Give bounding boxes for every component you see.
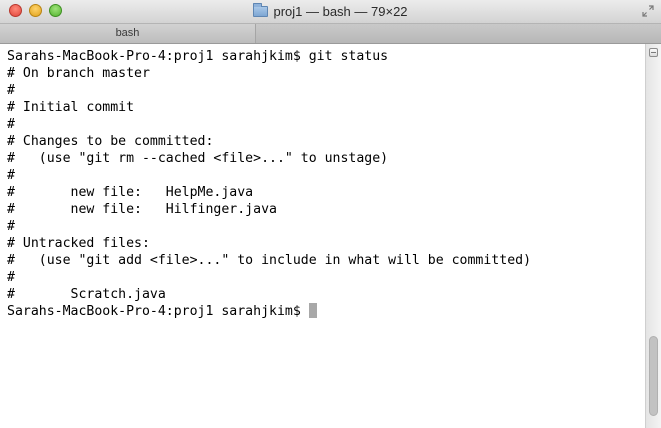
prompt-line: Sarahs-MacBook-Pro-4:proj1 sarahjkim$ gi… [7,48,388,65]
text-cursor [308,303,317,318]
terminal-line-text: # [7,270,15,285]
terminal-window: proj1 — bash — 79×22 bash Sarahs-MacBook… [0,0,661,428]
output-line: # Changes to be committed: [7,133,213,150]
terminal-line-text: # new file: Hilfinger.java [7,202,277,217]
folder-icon[interactable] [253,3,269,17]
output-line: # (use "git rm --cached <file>..." to un… [7,150,388,167]
output-line: # [7,116,15,133]
vertical-scrollbar[interactable] [645,44,661,428]
output-line: # Initial commit [7,99,134,116]
output-line: # (use "git add <file>..." to include in… [7,252,531,269]
window-title-area: proj1 — bash — 79×22 [0,3,661,20]
terminal-line-text: # [7,83,15,98]
output-line: # [7,218,15,235]
tab-bash[interactable]: bash [0,24,256,43]
terminal-line-text: # Untracked files: [7,236,150,251]
terminal-line-text: # new file: HelpMe.java [7,185,254,200]
output-line: # [7,269,15,286]
output-line: # [7,82,15,99]
terminal-line-text: # Initial commit [7,100,135,115]
output-line: # new file: HelpMe.java [7,184,253,201]
terminal-line-text: # [7,219,15,234]
scrollbar-thumb[interactable] [649,335,658,416]
terminal-line-text: Sarahs-MacBook-Pro-4:proj1 sarahjkim$ gi… [7,49,389,64]
terminal-line-text: # [7,117,15,132]
terminal-line-text: # [7,168,15,183]
terminal-line-text: # Changes to be committed: [7,134,214,149]
fullscreen-arrows-icon[interactable] [642,5,654,17]
output-line: # On branch master [7,65,150,82]
prompt-line: Sarahs-MacBook-Pro-4:proj1 sarahjkim$ [7,303,317,320]
scroll-collapse-icon[interactable] [649,48,658,57]
title-bar[interactable]: proj1 — bash — 79×22 [0,0,661,24]
output-line: # Scratch.java [7,286,166,303]
tab-bar: bash [0,24,661,44]
terminal-line-text: Sarahs-MacBook-Pro-4:proj1 sarahjkim$ [7,304,309,319]
output-line: # Untracked files: [7,235,150,252]
terminal-line-text: # On branch master [7,66,150,81]
output-line: # [7,167,15,184]
output-line: # new file: Hilfinger.java [7,201,277,218]
terminal-line-text: # (use "git rm --cached <file>..." to un… [7,151,389,166]
window-title: proj1 — bash — 79×22 [273,4,408,19]
terminal-line-text: # Scratch.java [7,287,166,302]
terminal-line-text: # (use "git add <file>..." to include in… [7,253,532,268]
terminal-output[interactable]: Sarahs-MacBook-Pro-4:proj1 sarahjkim$ gi… [0,44,645,428]
